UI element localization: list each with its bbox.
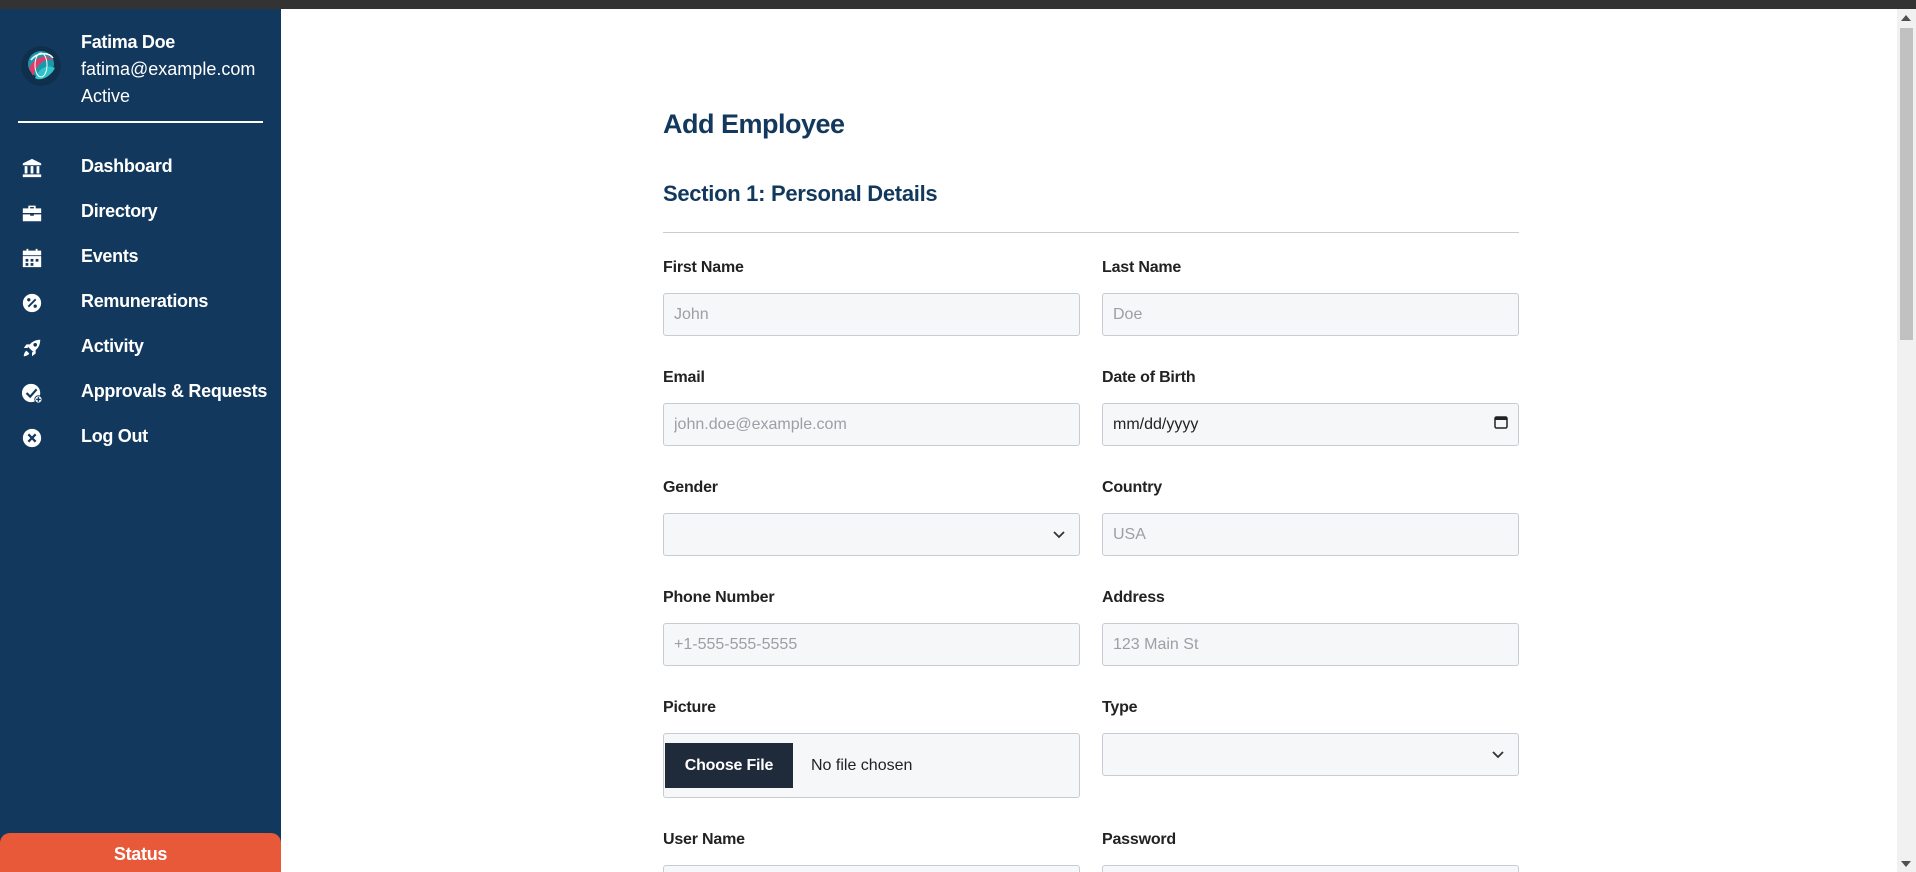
- gender-select[interactable]: [663, 513, 1080, 556]
- close-circle-icon: [20, 426, 44, 450]
- scroll-thumb[interactable]: [1900, 28, 1913, 340]
- section-divider: [663, 232, 1519, 233]
- section-title: Section 1: Personal Details: [663, 181, 938, 206]
- username-input[interactable]: [663, 865, 1080, 872]
- phone-input[interactable]: [663, 623, 1080, 666]
- scroll-up-icon[interactable]: [1901, 15, 1911, 21]
- dob-label: Date of Birth: [1102, 369, 1196, 386]
- sidebar-item-remunerations[interactable]: Remunerations: [0, 280, 281, 325]
- password-input[interactable]: [1102, 865, 1519, 872]
- username-label: User Name: [663, 831, 745, 848]
- type-select[interactable]: [1102, 733, 1519, 776]
- status-button[interactable]: Status: [0, 833, 281, 872]
- dob-placeholder: mm/dd/yyyy: [1113, 415, 1199, 433]
- scroll-down-icon[interactable]: [1901, 861, 1911, 867]
- sidebar-item-activity[interactable]: Activity: [0, 325, 281, 370]
- picture-field: Picture Choose File No file chosen: [663, 699, 1080, 798]
- user-name: Fatima Doe: [81, 32, 176, 52]
- sidebar-item-label: Activity: [81, 336, 144, 356]
- last-name-field: Last Name: [1102, 259, 1519, 336]
- type-label: Type: [1102, 699, 1138, 716]
- phone-field: Phone Number: [663, 589, 1080, 666]
- email-label: Email: [663, 369, 705, 386]
- sidebar-item-label: Approvals & Requests: [81, 381, 268, 401]
- user-email: fatima@example.com: [81, 59, 256, 79]
- last-name-input[interactable]: [1102, 293, 1519, 336]
- sidebar-item-label: Dashboard: [81, 156, 173, 176]
- briefcase-icon: [20, 201, 44, 225]
- main-content: Add Employee Section 1: Personal Details…: [281, 9, 1897, 872]
- email-field: Email: [663, 369, 1080, 446]
- calendar-icon: [20, 246, 44, 270]
- password-label: Password: [1102, 831, 1176, 848]
- rocket-icon: [20, 336, 44, 360]
- sidebar-divider: [18, 121, 263, 123]
- file-status: No file chosen: [811, 756, 913, 774]
- check-globe-icon: [20, 381, 44, 405]
- page-title: Add Employee: [663, 109, 845, 139]
- sidebar-item-label: Directory: [81, 201, 158, 221]
- sidebar-item-events[interactable]: Events: [0, 235, 281, 280]
- email-input[interactable]: [663, 403, 1080, 446]
- first-name-input[interactable]: [663, 293, 1080, 336]
- address-field: Address: [1102, 589, 1519, 666]
- country-input[interactable]: [1102, 513, 1519, 556]
- chevron-down-icon: [1492, 746, 1504, 764]
- sidebar: Fatima Doe fatima@example.com Active Das…: [0, 9, 281, 872]
- address-input[interactable]: [1102, 623, 1519, 666]
- user-status: Active: [81, 86, 131, 106]
- country-field: Country: [1102, 479, 1519, 556]
- bank-icon: [20, 156, 44, 180]
- last-name-label: Last Name: [1102, 259, 1182, 276]
- username-field: User Name: [663, 831, 1080, 872]
- sidebar-item-label: Events: [81, 246, 139, 266]
- address-label: Address: [1102, 589, 1165, 606]
- avatar: [21, 46, 61, 86]
- country-label: Country: [1102, 479, 1162, 496]
- password-field: Password: [1102, 831, 1519, 872]
- browser-top-bar: [0, 0, 1916, 9]
- sidebar-item-dashboard[interactable]: Dashboard: [0, 145, 281, 190]
- percent-badge-icon: [20, 291, 44, 315]
- page-scrollbar[interactable]: [1897, 9, 1916, 872]
- first-name-label: First Name: [663, 259, 744, 276]
- choose-file-button[interactable]: Choose File: [665, 743, 793, 788]
- sidebar-item-directory[interactable]: Directory: [0, 190, 281, 235]
- picture-file-input[interactable]: Choose File No file chosen: [663, 733, 1080, 798]
- gender-label: Gender: [663, 479, 718, 496]
- sidebar-item-approvals[interactable]: Approvals & Requests: [0, 370, 281, 415]
- dob-field: Date of Birth mm/dd/yyyy: [1102, 369, 1519, 446]
- dob-input[interactable]: mm/dd/yyyy: [1102, 403, 1519, 446]
- chevron-down-icon: [1053, 526, 1065, 544]
- gender-field: Gender: [663, 479, 1080, 556]
- first-name-field: First Name: [663, 259, 1080, 336]
- sidebar-nav: Dashboard Directory Events Remunerations…: [0, 145, 281, 460]
- calendar-picker-icon[interactable]: [1494, 415, 1508, 434]
- sidebar-item-logout[interactable]: Log Out: [0, 415, 281, 460]
- picture-label: Picture: [663, 699, 716, 716]
- sidebar-item-label: Log Out: [81, 426, 148, 446]
- phone-label: Phone Number: [663, 589, 775, 606]
- type-field: Type: [1102, 699, 1519, 776]
- sidebar-item-label: Remunerations: [81, 291, 209, 311]
- user-profile: Fatima Doe fatima@example.com Active: [0, 9, 281, 123]
